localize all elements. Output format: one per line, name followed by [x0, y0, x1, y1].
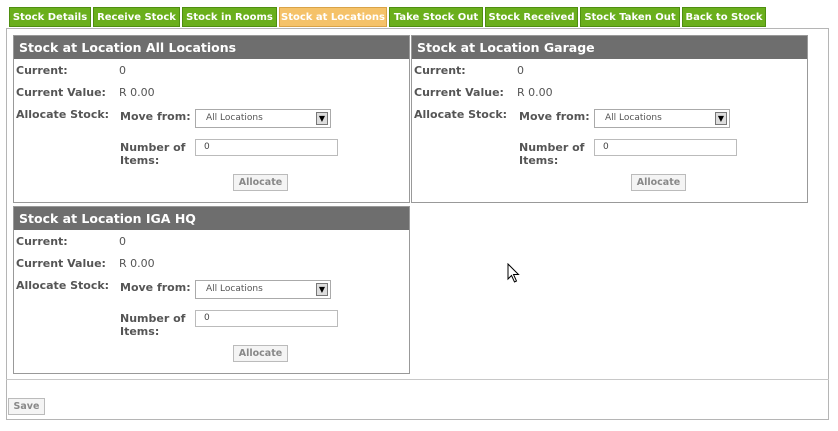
panel-garage: Stock at Location Garage Current: 0 Curr…	[411, 35, 808, 203]
current-value: 0	[517, 64, 524, 77]
current-label: Current:	[414, 64, 466, 77]
allocate-stock-label: Allocate Stock:	[16, 279, 110, 292]
tab-receive-stock[interactable]: Receive Stock	[93, 7, 180, 27]
allocate-button[interactable]: Allocate	[631, 174, 686, 191]
move-from-selected: All Locations	[605, 113, 662, 123]
current-label: Current:	[16, 64, 68, 77]
save-button[interactable]: Save	[8, 398, 45, 415]
current-value-label: Current Value:	[16, 257, 106, 270]
allocate-stock-label: Allocate Stock:	[16, 108, 110, 121]
number-of-items-input[interactable]: 0	[195, 310, 338, 327]
tab-back-to-stock[interactable]: Back to Stock	[682, 7, 766, 27]
allocate-button[interactable]: Allocate	[233, 174, 288, 191]
current-value-label: Current Value:	[414, 86, 504, 99]
items-label: Items:	[120, 325, 160, 338]
move-from-select[interactable]: All Locations ▼	[195, 109, 331, 128]
move-from-selected: All Locations	[206, 284, 263, 294]
number-of-items-input[interactable]: 0	[594, 139, 737, 156]
current-label: Current:	[16, 235, 68, 248]
current-value: 0	[119, 64, 126, 77]
current-value-amount: R 0.00	[119, 257, 155, 270]
mouse-pointer-icon	[507, 263, 520, 283]
panel-iga-hq: Stock at Location IGA HQ Current: 0 Curr…	[13, 206, 410, 374]
number-of-items-input[interactable]: 0	[195, 139, 338, 156]
panel-all-locations: Stock at Location All Locations Current:…	[13, 35, 410, 203]
tab-stock-in-rooms[interactable]: Stock in Rooms	[182, 7, 277, 27]
tab-stock-details[interactable]: Stock Details	[9, 7, 91, 27]
number-of-label: Number of	[120, 141, 186, 154]
number-of-label: Number of	[120, 312, 186, 325]
panel-title: Stock at Location IGA HQ	[14, 207, 409, 230]
allocate-stock-label: Allocate Stock:	[414, 108, 508, 121]
current-value-label: Current Value:	[16, 86, 106, 99]
items-label: Items:	[519, 154, 559, 167]
move-from-label: Move from:	[120, 281, 191, 294]
move-from-label: Move from:	[120, 110, 191, 123]
chevron-down-icon[interactable]: ▼	[715, 112, 727, 125]
chevron-down-icon[interactable]: ▼	[316, 112, 328, 125]
footer-divider	[6, 379, 829, 380]
panel-title: Stock at Location Garage	[412, 36, 807, 59]
current-value-amount: R 0.00	[119, 86, 155, 99]
current-value: 0	[119, 235, 126, 248]
current-value-amount: R 0.00	[517, 86, 553, 99]
move-from-select[interactable]: All Locations ▼	[594, 109, 730, 128]
tab-stock-taken-out[interactable]: Stock Taken Out	[580, 7, 680, 27]
items-label: Items:	[120, 154, 160, 167]
move-from-select[interactable]: All Locations ▼	[195, 280, 331, 299]
tab-take-stock-out[interactable]: Take Stock Out	[389, 7, 483, 27]
chevron-down-icon[interactable]: ▼	[316, 283, 328, 296]
tab-stock-at-locations[interactable]: Stock at Locations	[279, 7, 387, 27]
tab-stock-received[interactable]: Stock Received	[485, 7, 578, 27]
panel-title: Stock at Location All Locations	[14, 36, 409, 59]
move-from-selected: All Locations	[206, 113, 263, 123]
allocate-button[interactable]: Allocate	[233, 345, 288, 362]
number-of-label: Number of	[519, 141, 585, 154]
move-from-label: Move from:	[519, 110, 590, 123]
